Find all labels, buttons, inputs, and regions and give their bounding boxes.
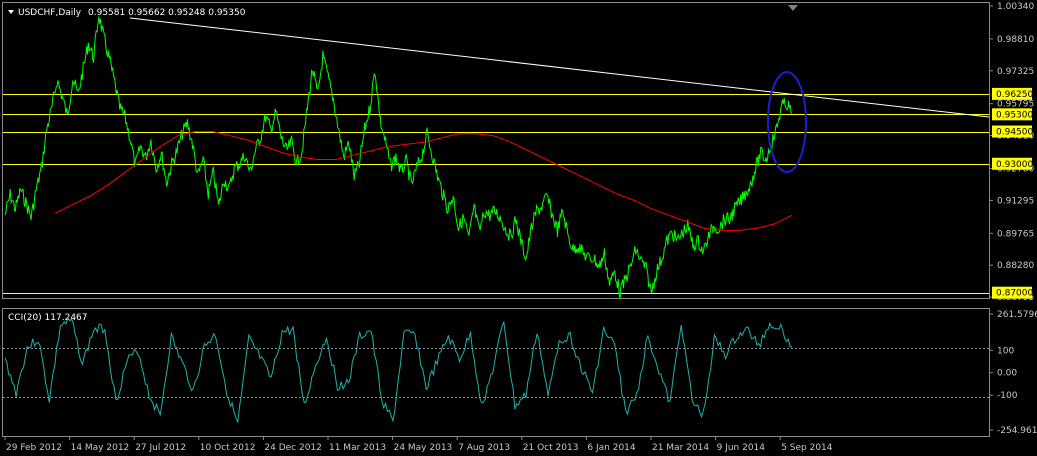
cci-tick-label: -254.9616 <box>997 426 1037 436</box>
cci-tick-label: 261.5796 <box>997 310 1037 320</box>
price-tag: 0.87000 <box>992 286 1033 299</box>
horizontal-levels <box>3 94 989 294</box>
price-series <box>4 16 793 300</box>
price-tag-label: 0.95300 <box>996 110 1033 120</box>
price-tag-label: 0.93000 <box>996 160 1033 170</box>
price-tag: 0.96250 <box>992 87 1033 100</box>
cci-series <box>4 316 793 423</box>
price-tag-label: 0.87000 <box>996 289 1033 299</box>
price-tick-label: 0.89765 <box>997 229 1034 239</box>
time-tick-label: 11 Mar 2013 <box>329 443 386 453</box>
trendline[interactable] <box>129 17 990 118</box>
time-tick-label: 7 Aug 2013 <box>458 443 510 453</box>
time-tick-label: 21 Mar 2014 <box>652 443 709 453</box>
time-tick-label: 21 Oct 2013 <box>523 443 579 453</box>
price-panel-frame <box>2 2 990 299</box>
cci-axis: 261.5796 100 0.00 -100 -254.9616 <box>989 310 1037 436</box>
symbol-menu-triangle-icon[interactable] <box>8 10 14 14</box>
price-tag: 0.93000 <box>992 157 1033 170</box>
ohlc-readout: 0.95581 0.95662 0.95248 0.95350 <box>88 8 246 18</box>
price-tick-label: 0.88280 <box>997 261 1034 271</box>
time-tick-label: 6 Jan 2014 <box>587 443 635 453</box>
indicator-panel-frame <box>2 308 990 437</box>
price-tick-label: 1.00340 <box>997 2 1034 12</box>
time-axis: 29 Feb 2012 14 May 2012 27 Jul 2012 10 Oct … <box>4 436 833 453</box>
highlight-ellipse[interactable] <box>767 71 807 173</box>
price-tag-label: 0.94500 <box>996 128 1033 138</box>
cci-line <box>4 316 793 423</box>
price-tick-label: 0.95795 <box>997 100 1034 110</box>
trendline-group <box>129 17 990 118</box>
price-tag: 0.95300 <box>992 108 1033 121</box>
price-axis: 1.003400.988100.973250.957950.943100.927… <box>989 2 1034 303</box>
symbol-label: USDCHF,Daily <box>18 8 82 18</box>
price-tag: 0.94500 <box>992 125 1033 138</box>
trading-chart[interactable]: USDCHF,Daily 0.95581 0.95662 0.95248 0.9… <box>0 0 1037 456</box>
chart-shift-marker-icon[interactable] <box>788 5 798 11</box>
time-tick-label: 29 Feb 2012 <box>6 443 62 453</box>
cci-tick-label: 0.00 <box>997 369 1017 379</box>
price-tag-label: 0.96250 <box>996 90 1033 100</box>
moving-average-series <box>54 131 793 231</box>
time-tick-label: 14 May 2012 <box>71 443 130 453</box>
price-line <box>4 16 793 300</box>
cci-label: CCI(20) 117.2467 <box>8 313 88 323</box>
ma-line <box>54 131 793 231</box>
time-tick-label: 5 Sep 2014 <box>781 443 833 453</box>
price-tick-label: 0.91295 <box>997 196 1034 206</box>
time-tick-label: 24 Dec 2012 <box>264 443 322 453</box>
price-tick-label: 0.98810 <box>997 35 1034 45</box>
time-tick-label: 9 Jun 2014 <box>717 443 766 453</box>
time-tick-label: 24 May 2013 <box>394 443 453 453</box>
price-tick-label: 0.97325 <box>997 67 1034 77</box>
time-tick-label: 27 Jul 2012 <box>135 443 186 453</box>
time-tick-label: 10 Oct 2012 <box>200 443 256 453</box>
cci-tick-label: -100 <box>997 391 1018 401</box>
cci-tick-label: 100 <box>997 346 1014 356</box>
